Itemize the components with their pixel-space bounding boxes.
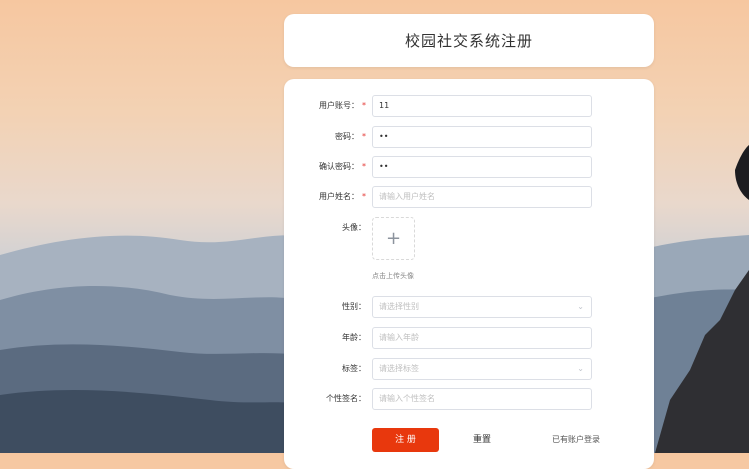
name-label: 用户姓名： * [319, 192, 366, 201]
register-button[interactable]: 注 册 [372, 428, 439, 452]
signature-input[interactable]: 请输入个性签名 [372, 388, 592, 410]
tags-label: 标签： [342, 364, 366, 373]
title-card: 校园社交系统注册 [284, 14, 654, 67]
gender-select[interactable]: 请选择性别 ⌄ [372, 296, 592, 318]
confirm-password-label: 确认密码： * [319, 162, 366, 171]
password-row: 密码： * •• [284, 126, 654, 148]
avatar-upload-hint: 点击上传头像 [372, 272, 414, 280]
signature-row: 个性签名： 请输入个性签名 [284, 388, 654, 410]
required-mark: * [362, 162, 366, 171]
tags-row: 标签： 请选择标签 ⌄ [284, 358, 654, 380]
account-label: 用户账号： * [319, 101, 366, 110]
required-mark: * [362, 192, 366, 201]
account-row: 用户账号： * 11 [284, 95, 654, 117]
confirm-password-input[interactable]: •• [372, 156, 592, 178]
registration-form: 用户账号： * 11 密码： * •• 确认密码： * •• 用户姓名： * 请输入用户… [284, 79, 654, 469]
required-mark: * [362, 132, 366, 141]
name-row: 用户姓名： * 请输入用户姓名 [284, 186, 654, 208]
avatar-uploader[interactable]: + [372, 217, 415, 260]
gender-row: 性别： 请选择性别 ⌄ [284, 296, 654, 318]
tags-select-value: 请选择标签 [379, 364, 419, 373]
password-input[interactable]: •• [372, 126, 592, 148]
plus-icon: + [385, 228, 402, 249]
reset-button[interactable]: 重置 [462, 428, 502, 452]
required-mark: * [362, 101, 366, 110]
confirm-password-row: 确认密码： * •• [284, 156, 654, 178]
page-title: 校园社交系统注册 [404, 32, 533, 50]
gender-select-value: 请选择性别 [379, 302, 419, 311]
age-row: 年龄： 请输入年龄 [284, 327, 654, 349]
avatar-label: 头像： [342, 223, 366, 232]
chevron-down-icon: ⌄ [577, 364, 584, 373]
login-link[interactable]: 已有账户登录 [552, 428, 600, 452]
age-label: 年龄： [342, 333, 366, 342]
signature-label: 个性签名： [326, 394, 366, 403]
chevron-down-icon: ⌄ [577, 302, 584, 311]
account-input[interactable]: 11 [372, 95, 592, 117]
avatar-row: 头像： [284, 217, 654, 239]
password-label: 密码： * [335, 132, 366, 141]
age-input[interactable]: 请输入年龄 [372, 327, 592, 349]
tags-select[interactable]: 请选择标签 ⌄ [372, 358, 592, 380]
name-input[interactable]: 请输入用户姓名 [372, 186, 592, 208]
gender-label: 性别： [342, 302, 366, 311]
